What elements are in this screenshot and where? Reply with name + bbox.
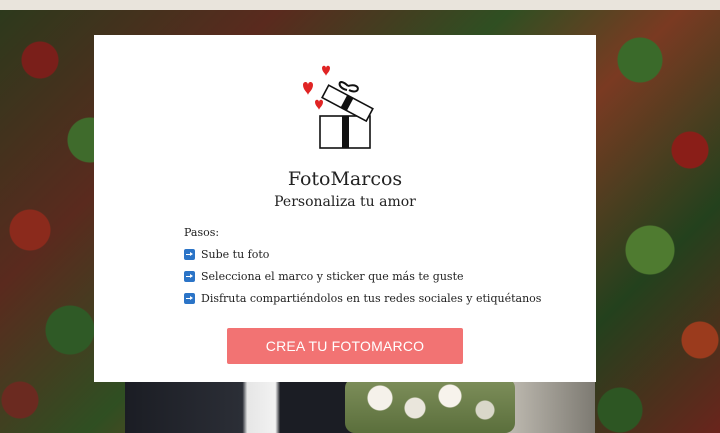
bouquet-photo — [345, 378, 515, 433]
right-arrow-icon — [184, 249, 195, 260]
step-label: Disfruta compartiéndolos en tus redes so… — [201, 292, 542, 305]
gift-box-icon — [303, 65, 374, 149]
create-photoframe-button[interactable]: CREA TU FOTOMARCO — [227, 328, 463, 364]
right-arrow-icon — [184, 271, 195, 282]
right-arrow-icon — [184, 293, 195, 304]
step-label: Selecciona el marco y sticker que más te… — [201, 270, 464, 283]
top-strip — [0, 0, 720, 10]
step-label: Sube tu foto — [201, 248, 270, 261]
app-title: FotoMarcos — [287, 168, 403, 190]
step-item-1: Sube tu foto — [184, 248, 269, 261]
step-item-3: Disfruta compartiéndolos en tus redes so… — [184, 292, 541, 305]
step-item-2: Selecciona el marco y sticker que más te… — [184, 270, 464, 283]
subtitle: Personaliza tu amor — [274, 194, 416, 210]
steps-heading: Pasos: — [184, 226, 220, 239]
